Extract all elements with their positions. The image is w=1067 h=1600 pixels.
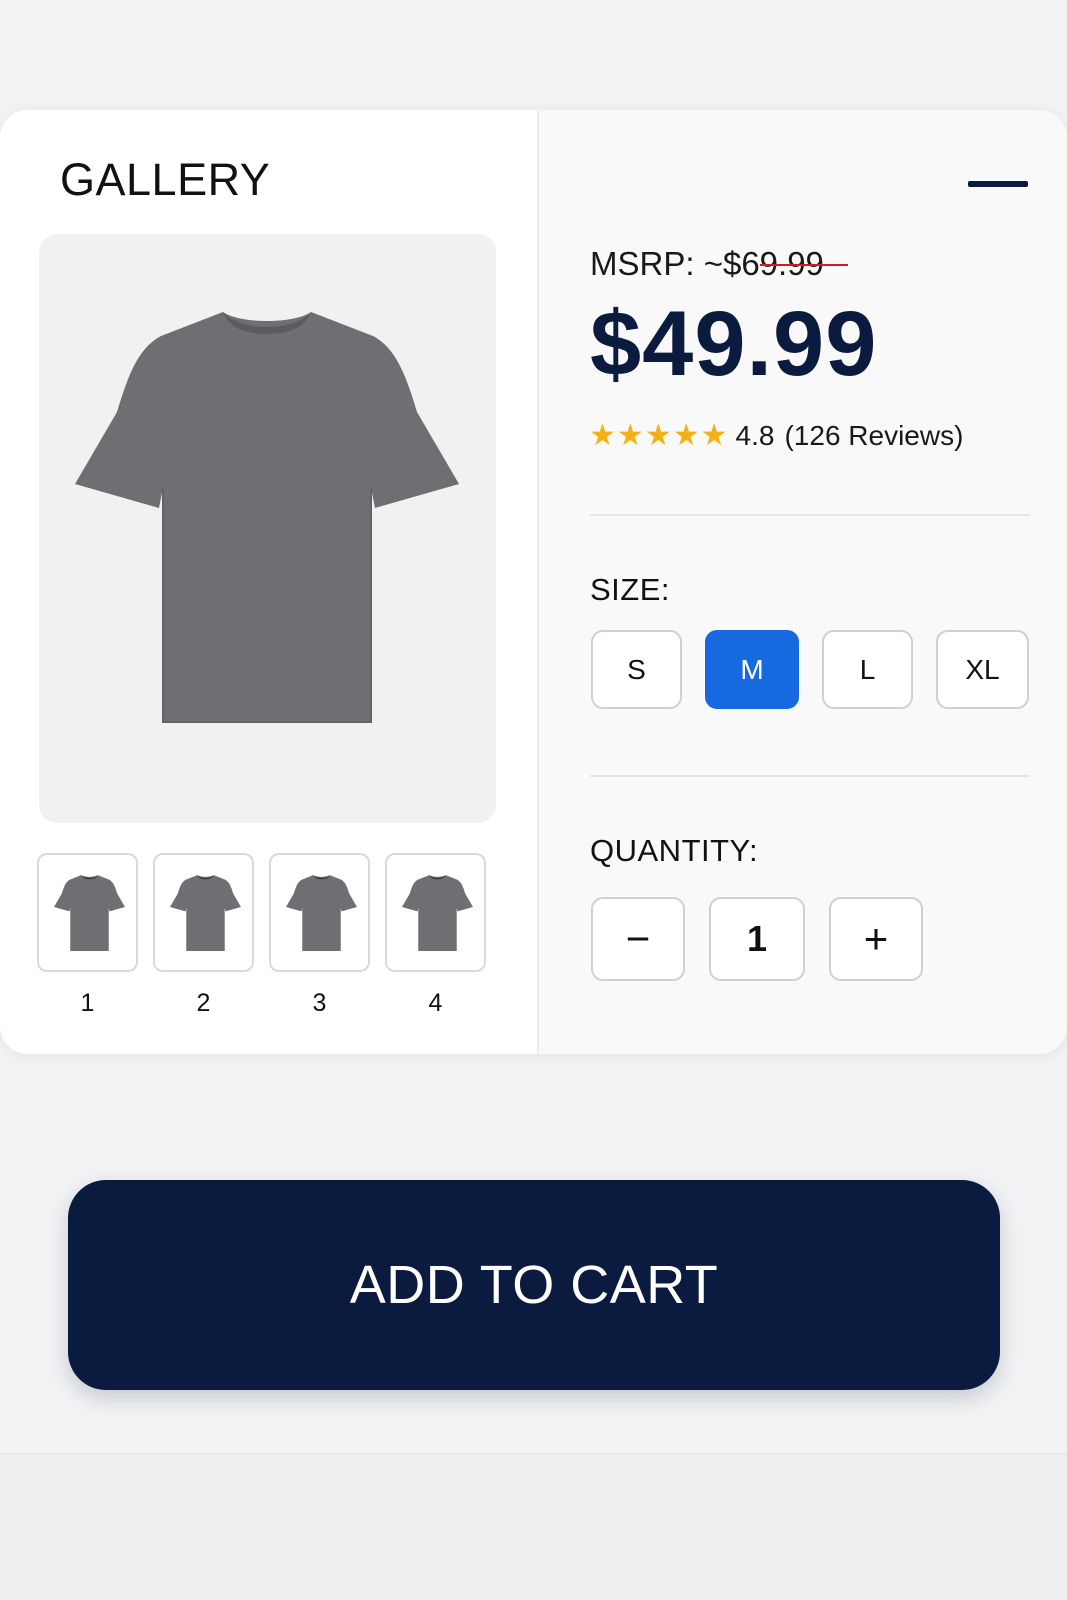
msrp-prefix: ~ — [703, 245, 723, 282]
size-label: SIZE: — [590, 572, 671, 607]
tshirt-thumb-icon — [54, 875, 125, 951]
divider-size — [590, 775, 1030, 777]
tshirt-thumb-icon — [286, 875, 357, 951]
rating-stars: ★ ★ ★ ★ ★ — [589, 421, 728, 451]
menu-dash-icon[interactable] — [968, 181, 1028, 187]
sale-price: $49.99 — [590, 293, 878, 395]
tshirt-thumb-icon — [402, 875, 473, 951]
quantity-decrement-button[interactable]: − — [591, 897, 685, 981]
thumbnail-2[interactable] — [153, 853, 254, 972]
thumbnail-label-3: 3 — [312, 989, 327, 1017]
thumbnail-strip: 1 2 3 4 — [37, 853, 497, 1033]
strike-line — [759, 264, 848, 266]
tshirt-image — [75, 312, 459, 723]
footer-band — [0, 1454, 1067, 1600]
thumbnail-1[interactable] — [37, 853, 138, 972]
star-icon: ★ — [672, 419, 700, 452]
msrp-strike: ~$69.99 — [703, 245, 848, 283]
msrp-label: MSRP: — [590, 245, 695, 282]
quantity-value[interactable]: 1 — [709, 897, 805, 981]
gallery-title: GALLERY — [60, 154, 271, 205]
quantity-label: QUANTITY: — [590, 833, 759, 868]
thumbnail-label-2: 2 — [196, 989, 211, 1017]
star-icon: ★ — [644, 419, 672, 452]
star-icon: ★ — [616, 419, 644, 452]
tshirt-thumb-icon — [170, 875, 241, 951]
star-icon: ★ — [589, 419, 616, 452]
size-option-m[interactable]: M — [705, 630, 799, 709]
review-count: (126 Reviews) — [784, 420, 964, 451]
star-icon: ★ — [700, 419, 728, 452]
size-option-xl[interactable]: XL — [936, 630, 1029, 709]
gallery-panel: GALLERY 1 2 3 4 — [0, 110, 537, 1054]
quantity-increment-button[interactable]: + — [829, 897, 923, 981]
thumbnail-4[interactable] — [385, 853, 486, 972]
main-product-image[interactable] — [39, 234, 496, 823]
thumbnail-label-4: 4 — [428, 989, 443, 1017]
add-to-cart-button[interactable]: ADD TO CART — [68, 1180, 1000, 1390]
msrp-line: MSRP: ~$69.99 — [590, 245, 848, 283]
size-option-s[interactable]: S — [591, 630, 682, 709]
thumbnail-label-1: 1 — [80, 989, 95, 1017]
size-option-l[interactable]: L — [822, 630, 913, 709]
divider-price — [590, 514, 1030, 516]
rating-value: 4.8 — [735, 420, 775, 451]
rating-row[interactable]: ★ ★ ★ ★ ★ 4.8 (126 Reviews) — [589, 420, 963, 452]
thumbnail-3[interactable] — [269, 853, 370, 972]
